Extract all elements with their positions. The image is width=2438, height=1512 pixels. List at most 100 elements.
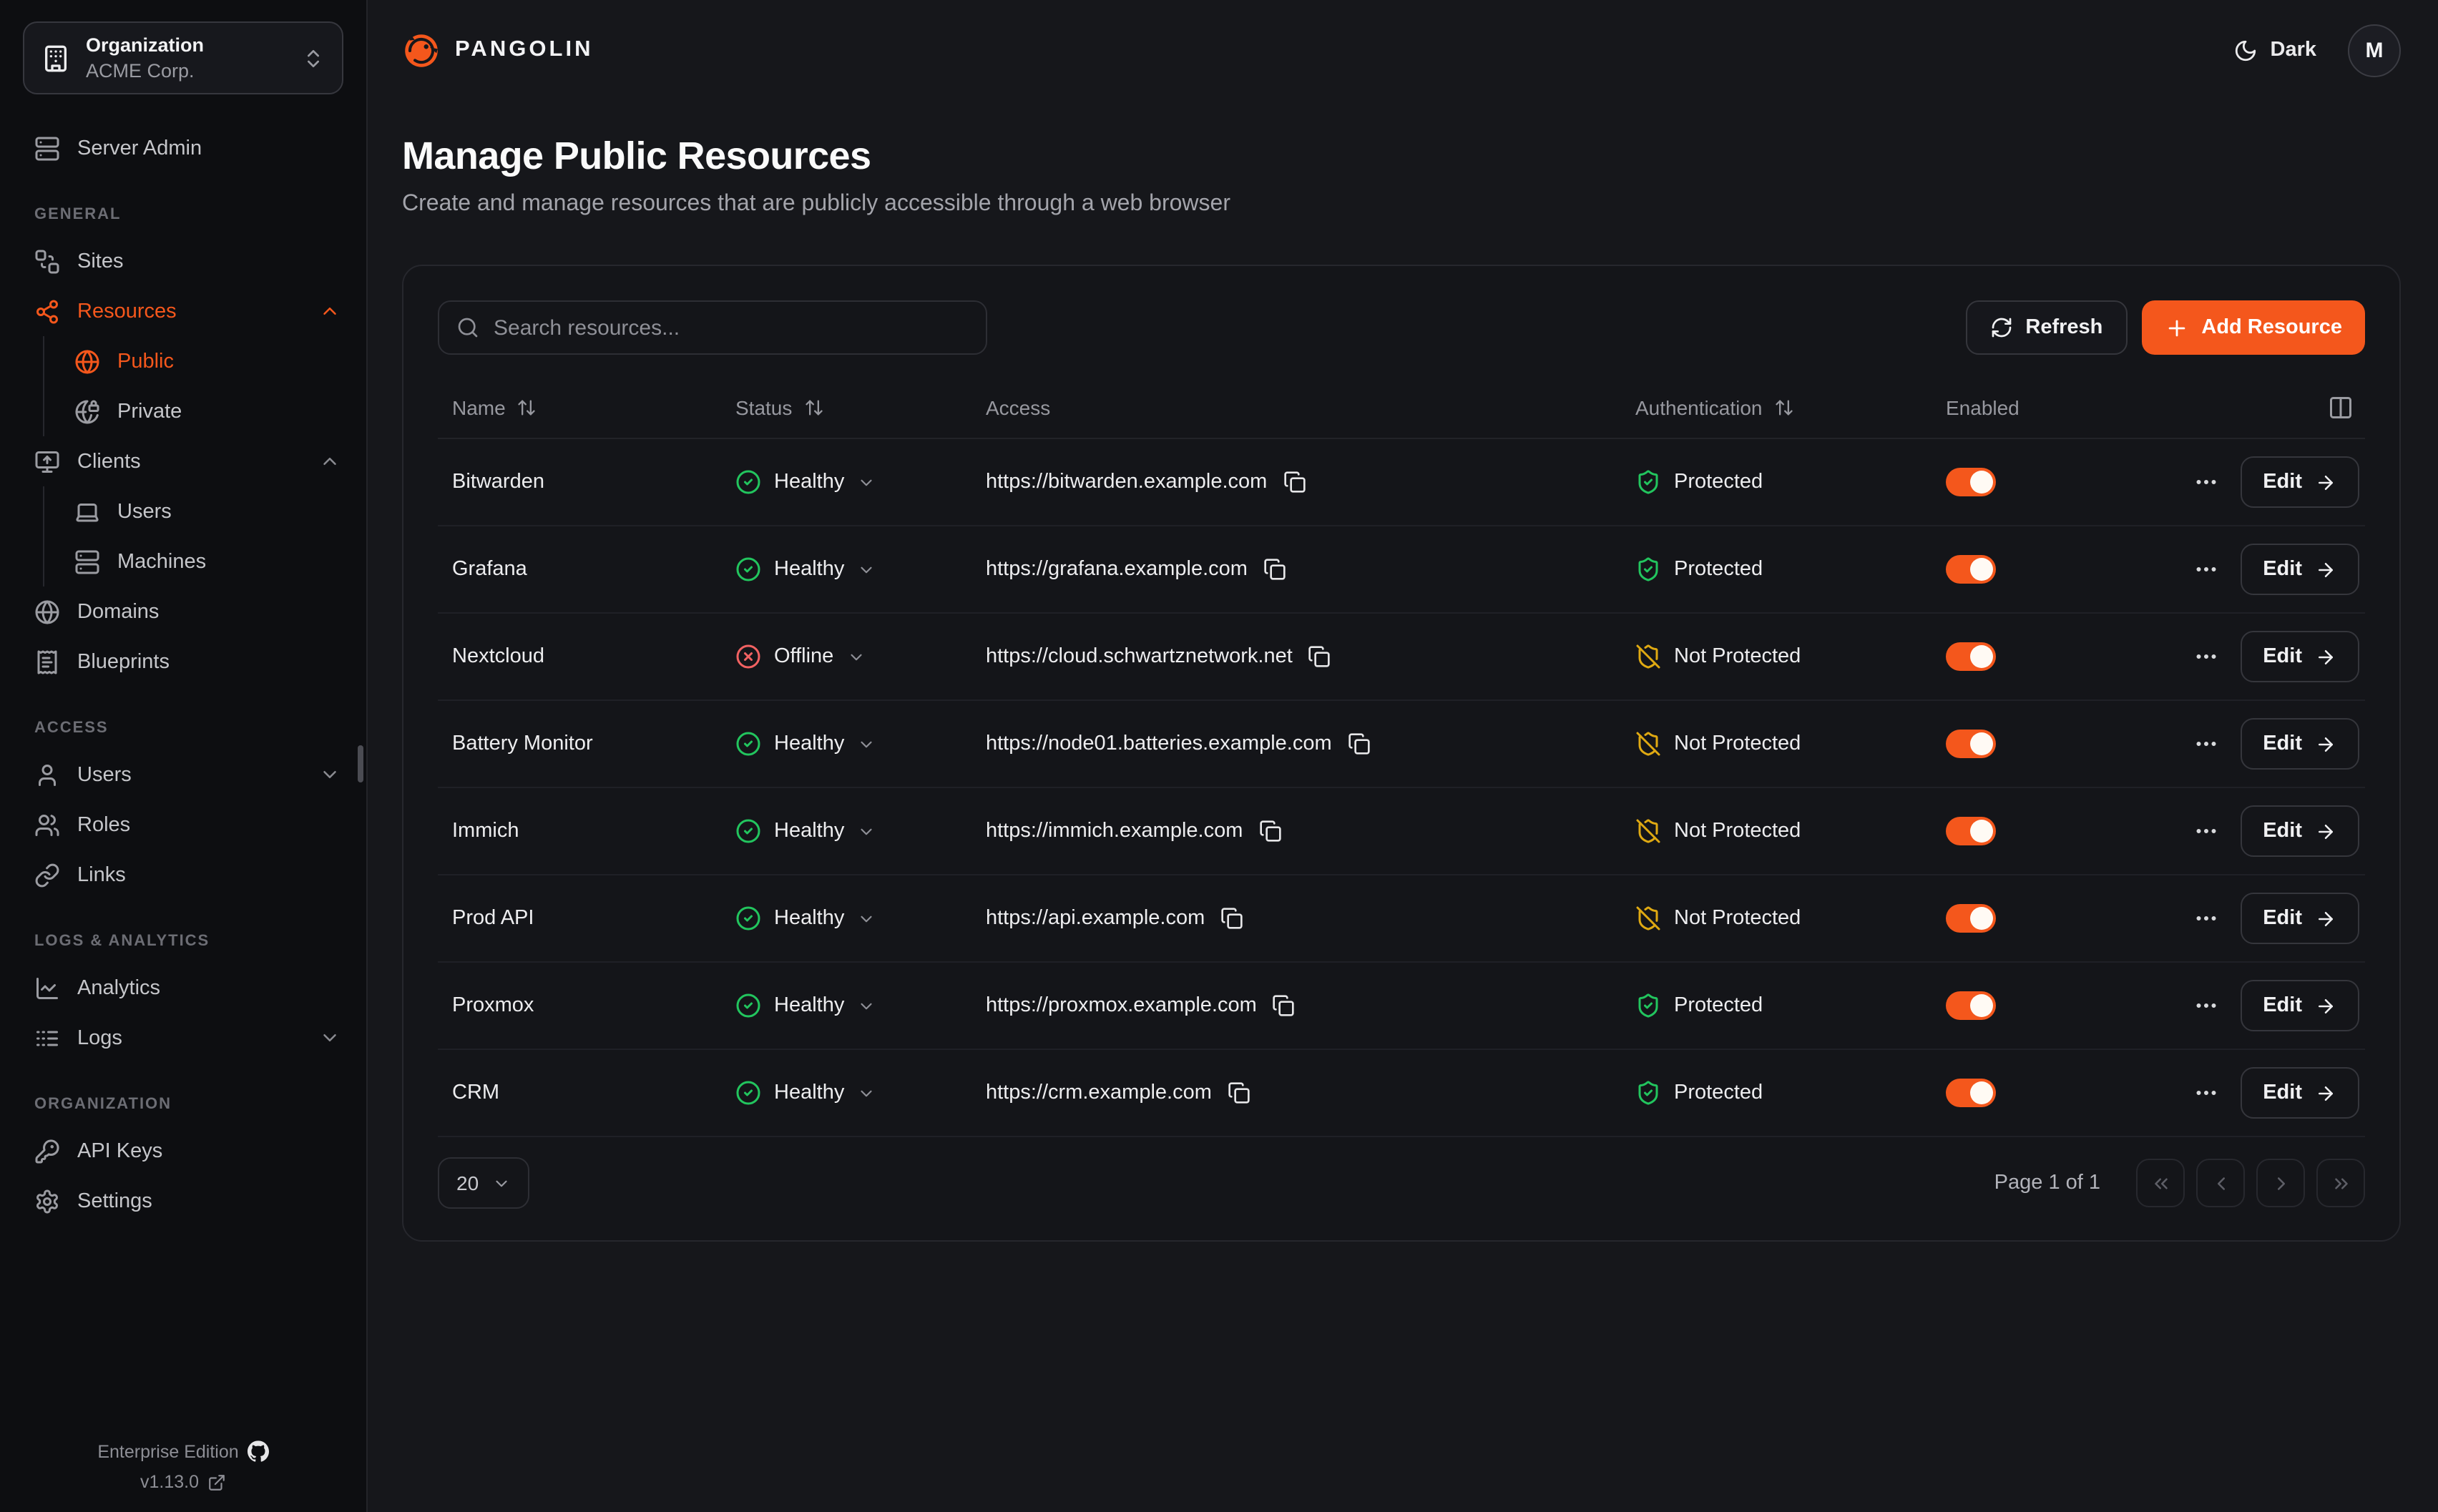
sidebar-item-private[interactable]: Private xyxy=(44,386,366,436)
enabled-toggle[interactable] xyxy=(1946,730,1996,758)
enabled-toggle[interactable] xyxy=(1946,555,1996,584)
edit-button[interactable]: Edit xyxy=(2240,980,2359,1031)
next-page-button[interactable] xyxy=(2256,1159,2305,1207)
avatar[interactable]: M xyxy=(2348,24,2401,77)
sidebar-item-settings[interactable]: Settings xyxy=(0,1176,366,1226)
auth-label: Protected xyxy=(1674,558,1763,581)
row-menu-button[interactable] xyxy=(2193,818,2218,844)
status-dropdown[interactable]: Healthy xyxy=(735,818,876,844)
refresh-button[interactable]: Refresh xyxy=(1965,300,2127,355)
edit-button[interactable]: Edit xyxy=(2240,1067,2359,1119)
status-dropdown[interactable]: Healthy xyxy=(735,993,876,1018)
edit-button[interactable]: Edit xyxy=(2240,718,2359,770)
github-icon[interactable] xyxy=(248,1440,269,1462)
row-menu-button[interactable] xyxy=(2193,1080,2218,1106)
toggle-knob xyxy=(1970,471,1993,494)
status-label: Healthy xyxy=(774,471,844,494)
row-menu-button[interactable] xyxy=(2193,905,2218,931)
sidebar-item-label: Roles xyxy=(77,813,130,836)
sidebar-item-api-keys[interactable]: API Keys xyxy=(0,1126,366,1176)
column-header-authentication[interactable]: Authentication xyxy=(1621,396,1932,418)
external-link-icon[interactable] xyxy=(207,1473,226,1491)
copy-url-button[interactable] xyxy=(1263,558,1286,581)
copy-url-button[interactable] xyxy=(1220,907,1243,930)
copy-url-button[interactable] xyxy=(1348,732,1371,755)
sidebar-item-resources[interactable]: Resources xyxy=(0,286,366,336)
resource-url: https://immich.example.com xyxy=(986,820,1243,843)
edit-button[interactable]: Edit xyxy=(2240,544,2359,595)
enabled-toggle[interactable] xyxy=(1946,642,1996,671)
sidebar-item-roles[interactable]: Roles xyxy=(0,800,366,850)
column-header-status[interactable]: Status xyxy=(721,396,971,418)
sidebar-item-label: Blueprints xyxy=(77,650,170,673)
row-menu-button[interactable] xyxy=(2193,644,2218,669)
sidebar-item-blueprints[interactable]: Blueprints xyxy=(0,637,366,687)
shield-off-icon xyxy=(1635,905,1661,931)
copy-url-button[interactable] xyxy=(1273,994,1296,1017)
row-menu-button[interactable] xyxy=(2193,556,2218,582)
row-menu-button[interactable] xyxy=(2193,993,2218,1018)
enabled-toggle[interactable] xyxy=(1946,904,1996,933)
sidebar-item-logs[interactable]: Logs xyxy=(0,1013,366,1063)
table-row: BitwardenHealthyhttps://bitwarden.exampl… xyxy=(438,439,2365,526)
org-selector[interactable]: Organization ACME Corp. xyxy=(23,21,343,94)
edit-button[interactable]: Edit xyxy=(2240,456,2359,508)
sidebar-item-client-users[interactable]: Users xyxy=(44,486,366,536)
sidebar-item-server-admin[interactable]: Server Admin xyxy=(0,123,366,173)
app-logo[interactable]: PANGOLIN xyxy=(402,31,594,69)
globe-lock-icon xyxy=(74,398,100,424)
search-input[interactable] xyxy=(494,315,969,340)
theme-toggle[interactable]: Dark xyxy=(2233,38,2317,62)
pangolin-logo-icon xyxy=(402,31,441,69)
copy-url-button[interactable] xyxy=(1283,471,1306,494)
sidebar-item-machines[interactable]: Machines xyxy=(44,536,366,586)
copy-url-button[interactable] xyxy=(1308,645,1331,668)
resource-name: Nextcloud xyxy=(438,645,721,668)
sidebar-item-domains[interactable]: Domains xyxy=(0,586,366,637)
link-icon xyxy=(34,862,60,888)
enabled-toggle[interactable] xyxy=(1946,1079,1996,1107)
status-dropdown[interactable]: Offline xyxy=(735,644,865,669)
first-page-button[interactable] xyxy=(2136,1159,2185,1207)
previous-page-button[interactable] xyxy=(2196,1159,2245,1207)
sidebar-subnav-clients: UsersMachines xyxy=(43,486,366,586)
sidebar-item-sites[interactable]: Sites xyxy=(0,236,366,286)
edit-button[interactable]: Edit xyxy=(2240,631,2359,682)
copy-url-button[interactable] xyxy=(1258,820,1281,843)
circle-check-icon xyxy=(735,905,761,931)
enabled-toggle[interactable] xyxy=(1946,468,1996,496)
enabled-toggle[interactable] xyxy=(1946,991,1996,1020)
page-size-select[interactable]: 20 xyxy=(438,1157,529,1209)
sidebar-subnav-resources: PublicPrivate xyxy=(43,336,366,436)
enabled-toggle[interactable] xyxy=(1946,817,1996,845)
status-dropdown[interactable]: Healthy xyxy=(735,731,876,757)
last-page-button[interactable] xyxy=(2316,1159,2365,1207)
sidebar-item-label: API Keys xyxy=(77,1139,162,1162)
resource-name: Immich xyxy=(438,820,721,843)
status-dropdown[interactable]: Healthy xyxy=(735,1080,876,1106)
sidebar-scrollbar-thumb[interactable] xyxy=(358,745,363,782)
edit-button[interactable]: Edit xyxy=(2240,805,2359,857)
sidebar-item-analytics[interactable]: Analytics xyxy=(0,963,366,1013)
columns-view-button[interactable] xyxy=(2328,394,2354,420)
column-header-name[interactable]: Name xyxy=(438,396,721,418)
edit-button[interactable]: Edit xyxy=(2240,893,2359,944)
status-dropdown[interactable]: Healthy xyxy=(735,905,876,931)
row-menu-button[interactable] xyxy=(2193,469,2218,495)
status-dropdown[interactable]: Healthy xyxy=(735,469,876,495)
status-label: Healthy xyxy=(774,994,844,1017)
copy-url-button[interactable] xyxy=(1228,1081,1250,1104)
status-dropdown[interactable]: Healthy xyxy=(735,556,876,582)
sidebar-item-clients[interactable]: Clients xyxy=(0,436,366,486)
chevron-down-icon xyxy=(491,1174,510,1192)
sidebar-item-links[interactable]: Links xyxy=(0,850,366,900)
sidebar-item-public[interactable]: Public xyxy=(44,336,366,386)
sidebar-item-label: Settings xyxy=(77,1189,152,1212)
add-resource-button[interactable]: Add Resource xyxy=(2141,300,2365,355)
arrow-right-icon xyxy=(2315,646,2336,667)
table-row: ImmichHealthyhttps://immich.example.comN… xyxy=(438,788,2365,875)
building-icon xyxy=(41,44,70,72)
edit-label: Edit xyxy=(2263,732,2302,755)
sidebar-item-users[interactable]: Users xyxy=(0,750,366,800)
row-menu-button[interactable] xyxy=(2193,731,2218,757)
